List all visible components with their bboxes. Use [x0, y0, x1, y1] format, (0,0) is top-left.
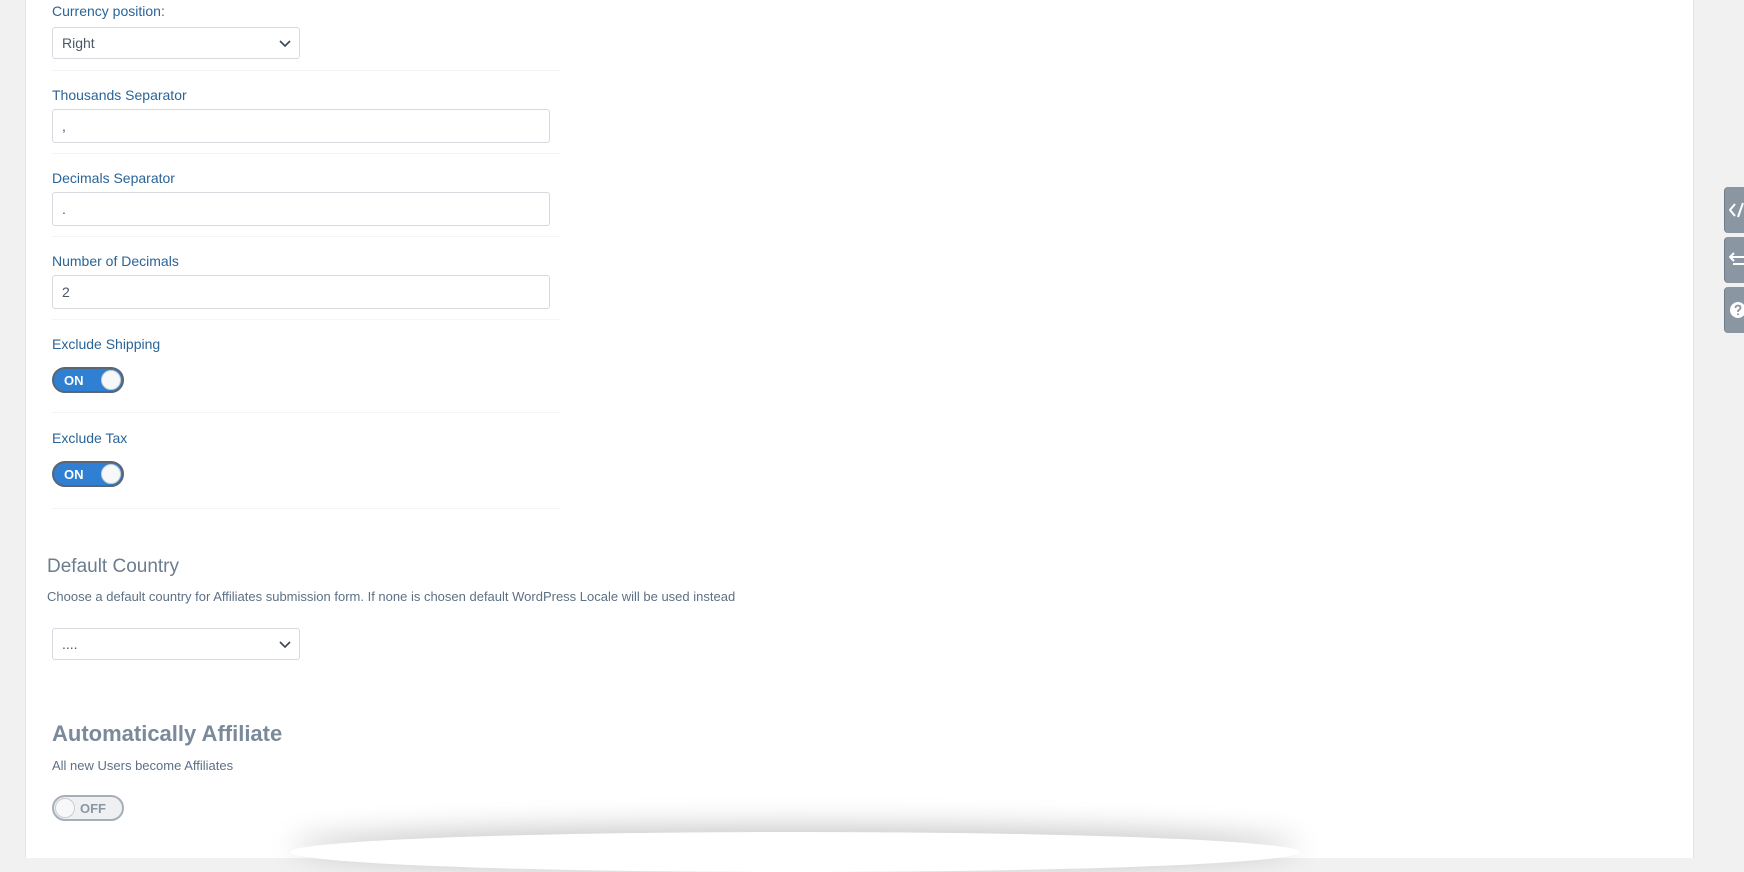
currency-position-select[interactable]: Right — [52, 27, 300, 59]
thousands-separator-label: Thousands Separator — [52, 87, 187, 103]
toggle-knob — [55, 798, 75, 818]
help-icon — [1730, 302, 1744, 318]
auto-affiliate-description: All new Users become Affiliates — [52, 758, 234, 773]
code-icon — [1729, 202, 1744, 218]
default-country-value: .... — [62, 636, 78, 652]
side-tab-code[interactable] — [1724, 187, 1744, 233]
decimals-separator-input[interactable]: . — [52, 192, 550, 226]
divider — [52, 319, 560, 320]
exclude-shipping-toggle[interactable]: ON — [52, 367, 124, 393]
exclude-tax-toggle[interactable]: ON — [52, 461, 124, 487]
auto-affiliate-toggle[interactable]: OFF — [52, 795, 124, 821]
exclude-shipping-label: Exclude Shipping — [52, 336, 161, 352]
side-tab-import-export[interactable] — [1724, 237, 1744, 283]
number-of-decimals-label: Number of Decimals — [52, 253, 179, 269]
auto-affiliate-heading: Automatically Affiliate — [52, 721, 283, 746]
toggle-state-label: OFF — [80, 801, 106, 816]
thousands-separator-input[interactable]: , — [52, 109, 550, 143]
import-export-icon — [1729, 252, 1744, 265]
divider — [52, 412, 560, 413]
currency-position-value: Right — [62, 35, 95, 51]
toggle-knob — [101, 370, 121, 390]
toggle-knob — [101, 464, 121, 484]
toggle-state-label: ON — [64, 373, 84, 388]
chevron-down-icon — [279, 40, 291, 48]
chevron-down-icon — [279, 641, 291, 649]
floating-bar-shadow — [290, 832, 1300, 872]
default-country-description: Choose a default country for Affiliates … — [47, 589, 736, 604]
divider — [52, 508, 560, 509]
side-tab-help[interactable] — [1724, 287, 1744, 333]
divider — [52, 153, 560, 154]
default-country-heading: Default Country — [47, 556, 180, 577]
divider — [52, 236, 560, 237]
exclude-tax-label: Exclude Tax — [52, 430, 128, 446]
decimals-separator-label: Decimals Separator — [52, 170, 175, 186]
currency-position-label: Currency position: — [52, 3, 165, 19]
number-of-decimals-input[interactable]: 2 — [52, 275, 550, 309]
divider — [52, 70, 560, 71]
default-country-select[interactable]: .... — [52, 628, 300, 660]
toggle-state-label: ON — [64, 467, 84, 482]
